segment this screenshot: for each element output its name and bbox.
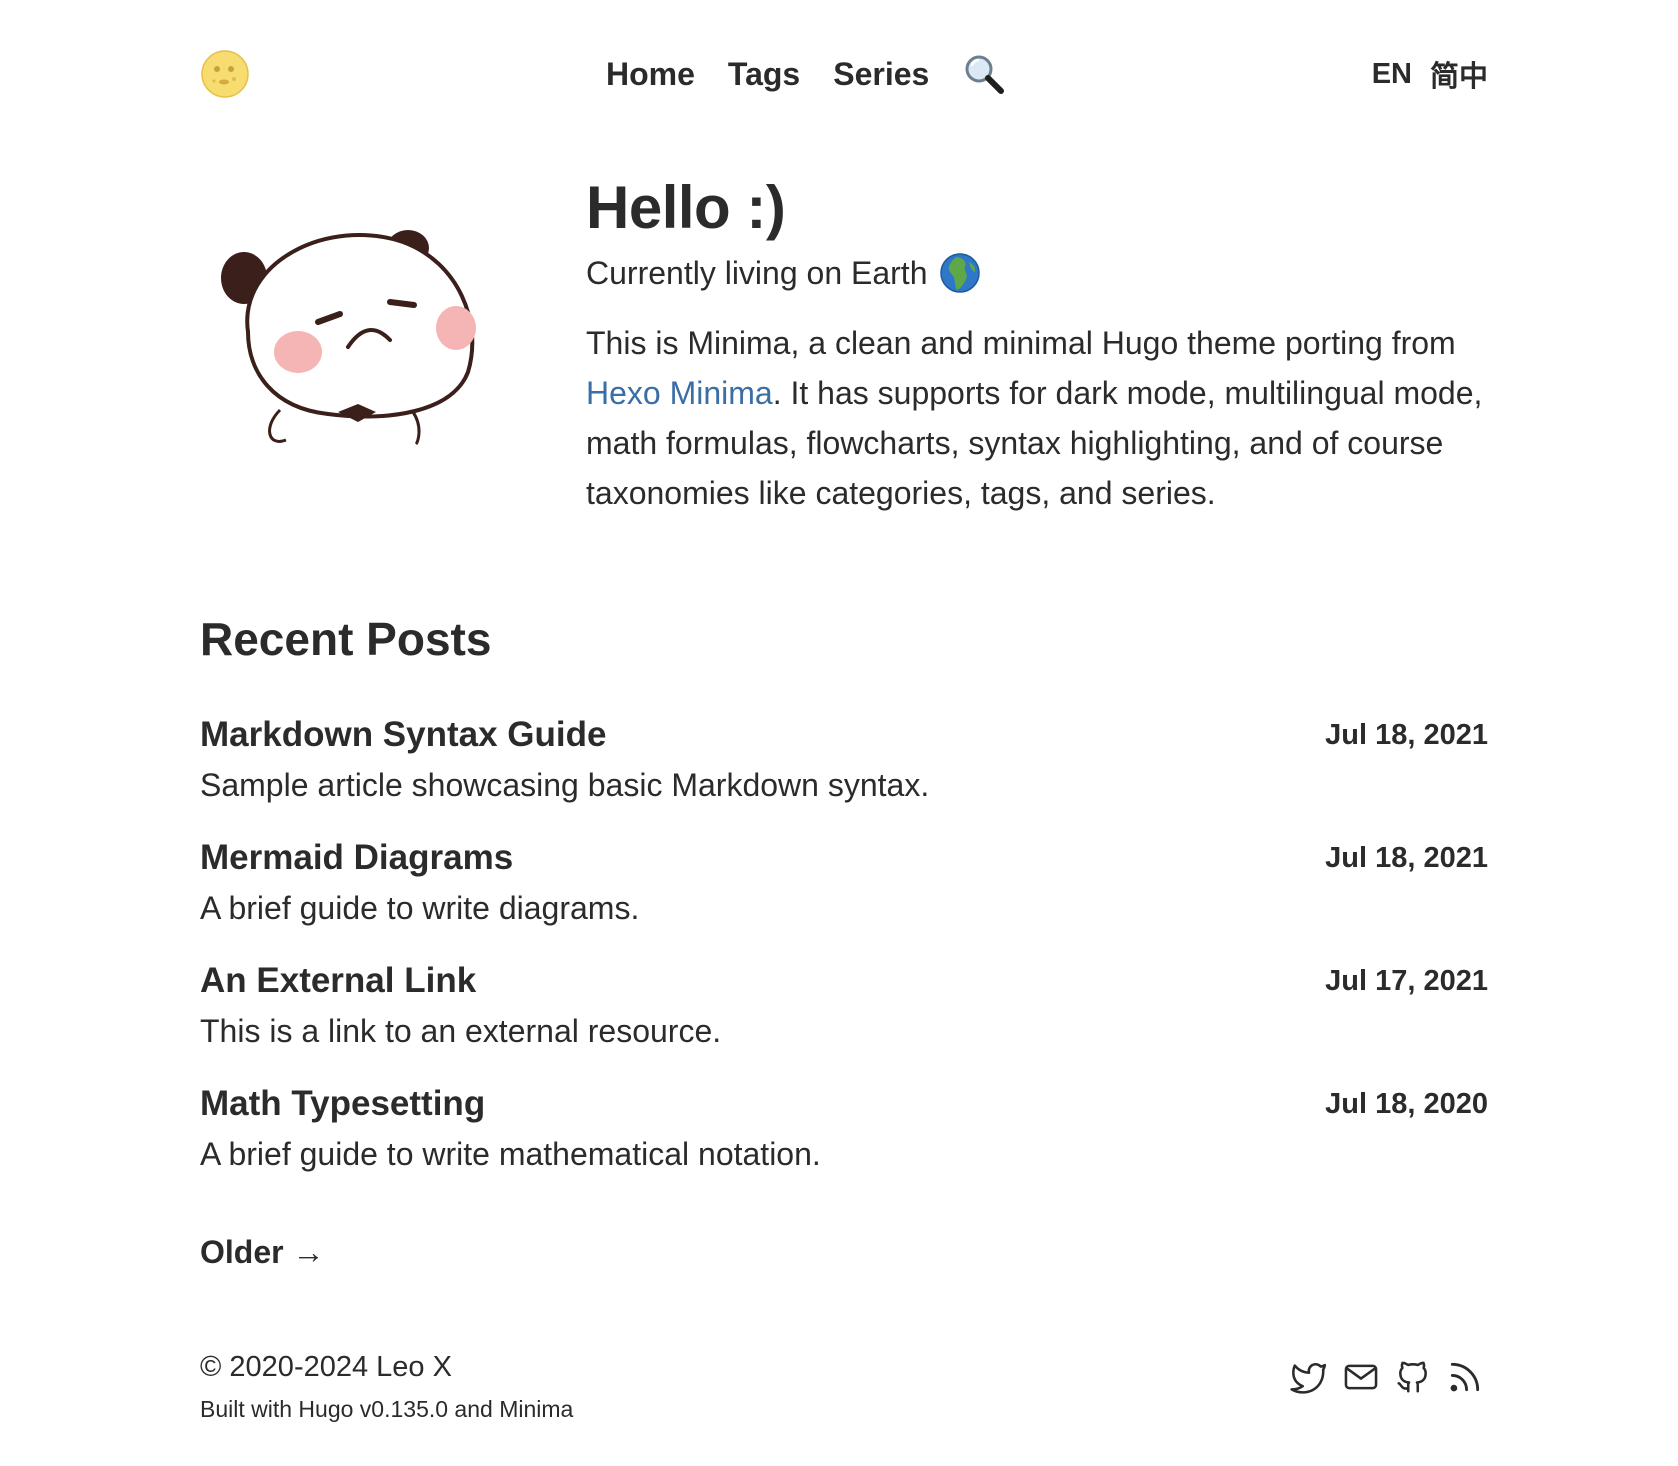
github-icon[interactable] bbox=[1394, 1358, 1432, 1396]
post-item: An External Link This is a link to an ex… bbox=[200, 959, 1488, 1082]
mail-icon[interactable] bbox=[1342, 1358, 1380, 1396]
post-list: Markdown Syntax Guide Sample article sho… bbox=[200, 713, 1488, 1205]
nav-home[interactable]: Home bbox=[606, 56, 695, 93]
older-posts-link[interactable]: Older → bbox=[200, 1234, 324, 1271]
bio-text-start: This is Minima, a clean and minimal Hugo… bbox=[586, 325, 1456, 361]
rss-icon[interactable] bbox=[1446, 1358, 1484, 1396]
lang-zh[interactable]: 简中 bbox=[1430, 53, 1488, 95]
post-date: Jul 17, 2021 bbox=[1325, 965, 1488, 997]
panda-avatar bbox=[218, 222, 494, 480]
post-title-link[interactable]: Math Typesetting bbox=[200, 1082, 1488, 1126]
twitter-icon[interactable] bbox=[1290, 1358, 1328, 1396]
search-icon[interactable] bbox=[962, 52, 1006, 96]
main-nav: Home Tags Series bbox=[606, 44, 1006, 104]
bio-paragraph: This is Minima, a clean and minimal Hugo… bbox=[586, 318, 1486, 518]
social-links bbox=[1290, 1358, 1484, 1396]
nav-series[interactable]: Series bbox=[833, 56, 929, 93]
post-description: This is a link to an external resource. bbox=[200, 1013, 722, 1049]
subtitle: Currently living on Earth bbox=[586, 252, 1486, 294]
subtitle-text: Currently living on Earth bbox=[586, 255, 928, 291]
built-with-credit: Built with Hugo v0.135.0 and Minima bbox=[200, 1396, 574, 1422]
post-title-link[interactable]: An External Link bbox=[200, 959, 1488, 1003]
page: Home Tags Series EN 简中 Hello:) Currentl… bbox=[0, 0, 1678, 1466]
intro-section: Hello :) Currently living on Earth This … bbox=[586, 170, 1486, 518]
post-item: Mermaid Diagrams A brief guide to write … bbox=[200, 836, 1488, 959]
post-description: Sample article showcasing basic Markdown… bbox=[200, 767, 930, 803]
language-switcher: EN 简中 bbox=[1354, 44, 1488, 104]
page-title: Hello :) bbox=[586, 174, 786, 241]
full-moon-logo-icon[interactable] bbox=[200, 49, 250, 99]
post-title-link[interactable]: Mermaid Diagrams bbox=[200, 836, 1488, 880]
post-description: A brief guide to write mathematical nota… bbox=[200, 1136, 821, 1172]
post-item: Math Typesetting A brief guide to write … bbox=[200, 1082, 1488, 1205]
nav-tags[interactable]: Tags bbox=[728, 56, 800, 93]
post-description: A brief guide to write diagrams. bbox=[200, 890, 640, 926]
copyright: © 2020-2024 Leo X bbox=[200, 1351, 452, 1383]
site-header: Home Tags Series EN 简中 bbox=[200, 44, 1488, 104]
hexo-minima-link[interactable]: Hexo Minima bbox=[586, 375, 773, 411]
post-date: Jul 18, 2020 bbox=[1325, 1088, 1488, 1120]
globe-icon bbox=[939, 252, 981, 294]
post-date: Jul 18, 2021 bbox=[1325, 842, 1488, 874]
lang-en[interactable]: EN bbox=[1372, 58, 1412, 91]
post-title-link[interactable]: Markdown Syntax Guide bbox=[200, 713, 1488, 757]
post-item: Markdown Syntax Guide Sample article sho… bbox=[200, 713, 1488, 836]
post-date: Jul 18, 2021 bbox=[1325, 719, 1488, 751]
recent-posts-heading: Recent Posts bbox=[200, 613, 492, 665]
